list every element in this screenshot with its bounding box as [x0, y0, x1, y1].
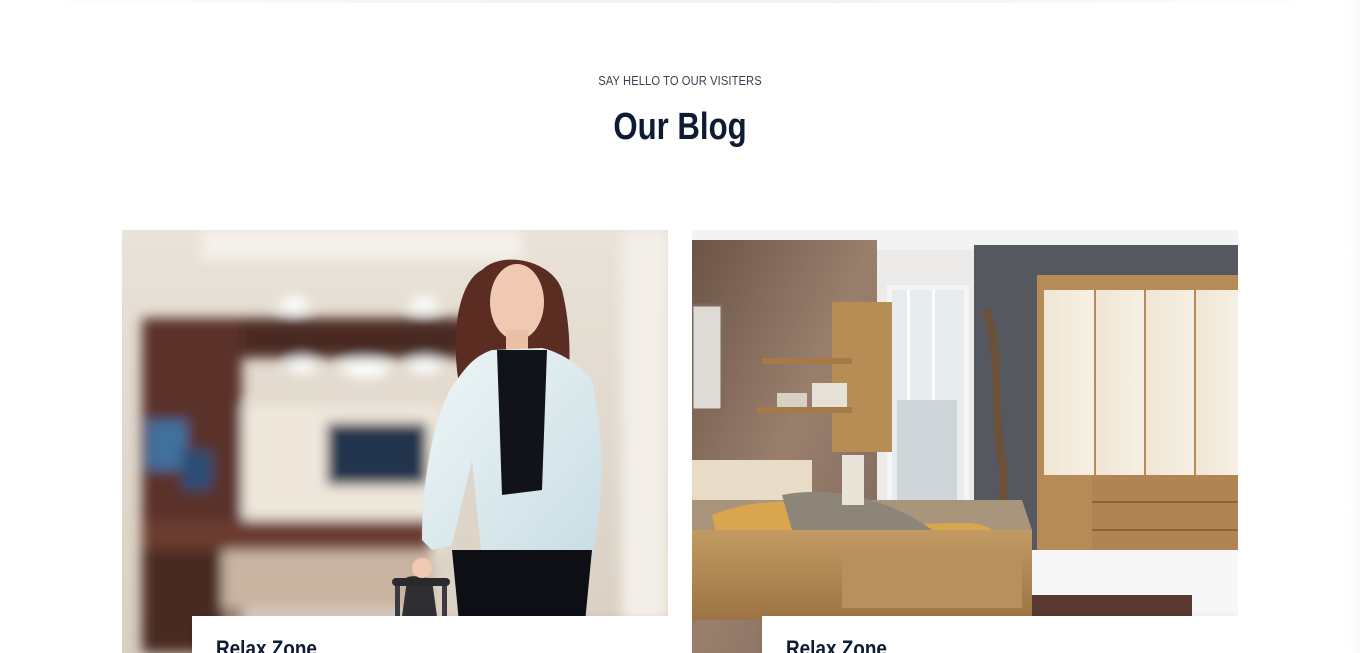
blog-card-image[interactable] [122, 230, 668, 653]
page-edge-fade [1348, 0, 1360, 653]
header-shadow-line [0, 0, 1360, 3]
blog-card[interactable]: Relax Zone [122, 230, 668, 653]
blog-card-title[interactable]: Relax Zone [216, 636, 317, 653]
blog-card-info: Relax Zone [762, 616, 1238, 653]
blog-card-image[interactable] [692, 230, 1238, 653]
blog-card[interactable]: Relax Zone [692, 230, 1238, 653]
blog-card-title[interactable]: Relax Zone [786, 636, 887, 653]
section-title: Our Blog [613, 106, 747, 148]
section-subtitle: SAY HELLO TO OUR VISITERS [598, 73, 762, 88]
blog-card-info: Relax Zone [192, 616, 668, 653]
